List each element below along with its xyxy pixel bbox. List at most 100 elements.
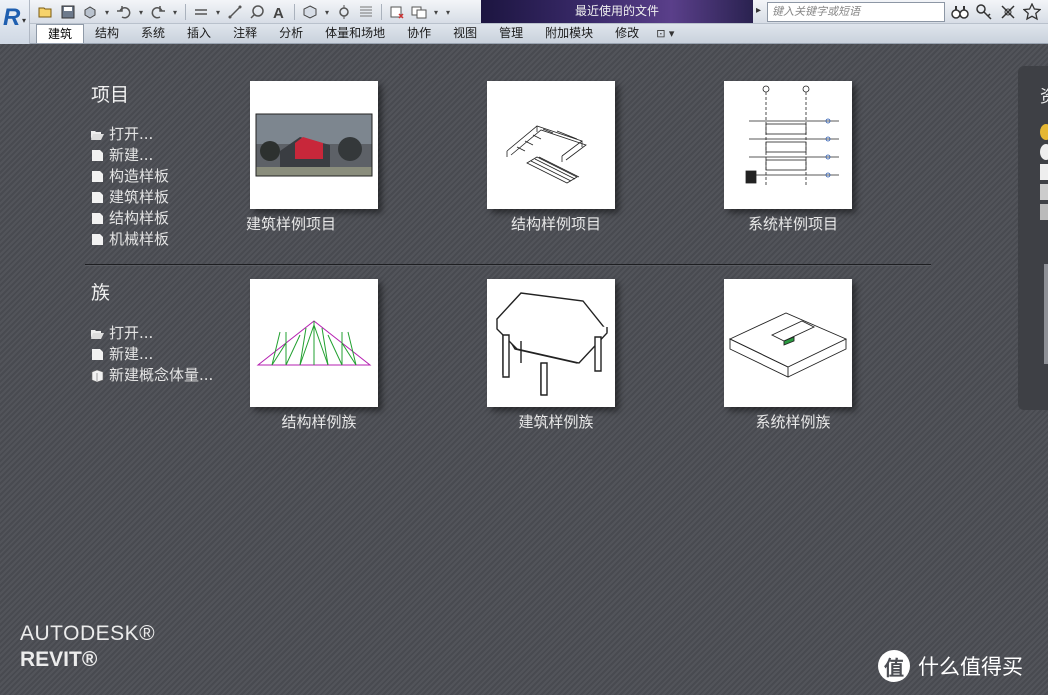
binoculars-icon[interactable]	[950, 2, 970, 22]
new-conceptual-mass-link[interactable]: 新建概念体量...	[90, 365, 213, 384]
star-icon[interactable]	[1022, 2, 1042, 22]
help-icon[interactable]	[1040, 144, 1048, 160]
tag-icon[interactable]	[247, 2, 267, 22]
tab-analyze[interactable]: 分析	[268, 24, 314, 43]
switch-windows-dropdown-icon[interactable]: ▾	[431, 2, 441, 22]
tab-structure[interactable]: 结构	[84, 24, 130, 43]
title-arrow-icon[interactable]: ▸	[756, 5, 761, 16]
tab-annotate[interactable]: 注释	[222, 24, 268, 43]
family-new-label: 新建...	[109, 345, 154, 363]
construction-template-label: 构造样板	[109, 167, 170, 185]
new-conceptual-mass-label: 新建概念体量...	[109, 366, 214, 384]
structural-template-link[interactable]: 结构样板	[90, 208, 169, 227]
family-open-link[interactable]: 打开...	[90, 323, 213, 342]
undo-icon[interactable]	[114, 2, 134, 22]
architectural-sample-family-thumbnail[interactable]	[487, 279, 615, 407]
tab-addins[interactable]: 附加模块	[534, 24, 604, 43]
application-menu-button[interactable]: R ▾	[0, 0, 30, 44]
family-new-link[interactable]: 新建...	[90, 344, 213, 363]
exchange-icon[interactable]	[998, 2, 1018, 22]
architectural-sample-project-thumbnail[interactable]	[250, 81, 378, 209]
measure-dropdown-icon[interactable]: ▾	[213, 2, 223, 22]
sync-icon[interactable]	[80, 2, 100, 22]
families-links: 打开... 新建... 新建概念体量...	[90, 323, 213, 384]
architectural-sample-project-label[interactable]: 建筑样例项目	[211, 213, 371, 234]
separator	[381, 4, 382, 20]
ribbon-tab-bar: 建筑 结构 系统 插入 注释 分析 体量和场地 协作 视图 管理 附加模块 修改…	[30, 24, 1048, 44]
community-icon[interactable]	[1040, 204, 1048, 220]
recent-files-page: 项目 打开... 新建... 构造样板 建筑样板 结构样板 机械样板 建筑样例项…	[0, 44, 1048, 695]
construction-template-link[interactable]: 构造样板	[90, 166, 169, 185]
architectural-template-label: 建筑样板	[109, 188, 170, 206]
resources-panel: 资	[1018, 66, 1048, 410]
svg-text:A: A	[273, 5, 284, 20]
mass-icon	[90, 368, 105, 383]
switch-windows-icon[interactable]	[409, 2, 429, 22]
structural-sample-family-label[interactable]: 结构样例族	[239, 411, 399, 432]
structural-sample-family-thumbnail[interactable]	[250, 279, 378, 407]
key-icon[interactable]	[974, 2, 994, 22]
autodesk-revit-logo: AUTODESK® REVIT®	[20, 622, 155, 672]
watermark-text: 什么值得买	[918, 655, 1023, 679]
tab-insert[interactable]: 插入	[176, 24, 222, 43]
tab-architecture[interactable]: 建筑	[36, 24, 85, 43]
watermark: 值 什么值得买	[878, 650, 1023, 682]
section-icon[interactable]	[334, 2, 354, 22]
tab-manage[interactable]: 管理	[488, 24, 534, 43]
family-open-label: 打开...	[109, 324, 154, 342]
project-new-link[interactable]: 新建...	[90, 145, 169, 164]
exchange-apps-icon[interactable]	[1040, 184, 1048, 200]
3d-view-dropdown-icon[interactable]: ▾	[322, 2, 332, 22]
project-open-label: 打开...	[109, 125, 154, 143]
structural-template-label: 结构样板	[109, 209, 170, 227]
customize-icon[interactable]: ▾	[443, 2, 453, 22]
thin-lines-icon[interactable]	[356, 2, 376, 22]
close-hidden-icon[interactable]	[387, 2, 407, 22]
architectural-sample-family-label[interactable]: 建筑样例族	[476, 411, 636, 432]
sync-dropdown-icon[interactable]: ▾	[102, 2, 112, 22]
new-file-icon	[90, 148, 105, 161]
tab-collaborate[interactable]: 协作	[396, 24, 442, 43]
project-open-link[interactable]: 打开...	[90, 124, 169, 143]
tab-systems[interactable]: 系统	[130, 24, 176, 43]
folder-open-icon	[90, 127, 105, 140]
revit-wordmark: REVIT®	[20, 648, 98, 671]
redo-icon[interactable]	[148, 2, 168, 22]
3d-view-icon[interactable]	[300, 2, 320, 22]
tab-massing-site[interactable]: 体量和场地	[314, 24, 396, 43]
help-toolbar	[950, 2, 1042, 22]
quick-access-toolbar: ▾ ▾ ▾ ▾ A ▾ ▾ ▾ 最近使用的文件 ▸ 键入关键字或短语	[0, 0, 1048, 24]
save-icon[interactable]	[58, 2, 78, 22]
measure-icon[interactable]	[191, 2, 211, 22]
mechanical-template-link[interactable]: 机械样板	[90, 229, 169, 248]
template-icon	[90, 232, 105, 245]
whats-new-icon[interactable]	[1040, 124, 1048, 140]
architectural-template-link[interactable]: 建筑样板	[90, 187, 169, 206]
systems-sample-family-label[interactable]: 系统样例族	[713, 411, 873, 432]
text-icon[interactable]: A	[269, 2, 289, 22]
structural-sample-project-label[interactable]: 结构样例项目	[476, 213, 636, 234]
families-title: 族	[91, 282, 111, 304]
ribbon-minimize-icon[interactable]: ⊡ ▾	[650, 24, 680, 43]
dimension-icon[interactable]	[225, 2, 245, 22]
separator	[185, 4, 186, 20]
template-icon	[90, 169, 105, 182]
quick-access-icons: ▾ ▾ ▾ ▾ A ▾ ▾ ▾	[36, 2, 453, 22]
systems-sample-family-thumbnail[interactable]	[724, 279, 852, 407]
systems-sample-project-label[interactable]: 系统样例项目	[713, 213, 873, 234]
resources-panel-title: 资	[1040, 82, 1048, 107]
structural-sample-project-thumbnail[interactable]	[487, 81, 615, 209]
systems-sample-project-thumbnail[interactable]	[724, 81, 852, 209]
open-icon[interactable]	[36, 2, 56, 22]
new-file-icon	[90, 347, 105, 360]
tab-view[interactable]: 视图	[442, 24, 488, 43]
redo-dropdown-icon[interactable]: ▾	[170, 2, 180, 22]
undo-dropdown-icon[interactable]: ▾	[136, 2, 146, 22]
tab-modify[interactable]: 修改	[604, 24, 650, 43]
section-divider	[85, 264, 931, 265]
search-input[interactable]: 键入关键字或短语	[767, 2, 945, 22]
projects-links: 打开... 新建... 构造样板 建筑样板 结构样板 机械样板	[90, 124, 169, 248]
resources-video-thumbnail[interactable]	[1044, 264, 1048, 364]
resources-panel-icons	[1040, 124, 1048, 220]
video-icon[interactable]	[1040, 164, 1048, 180]
